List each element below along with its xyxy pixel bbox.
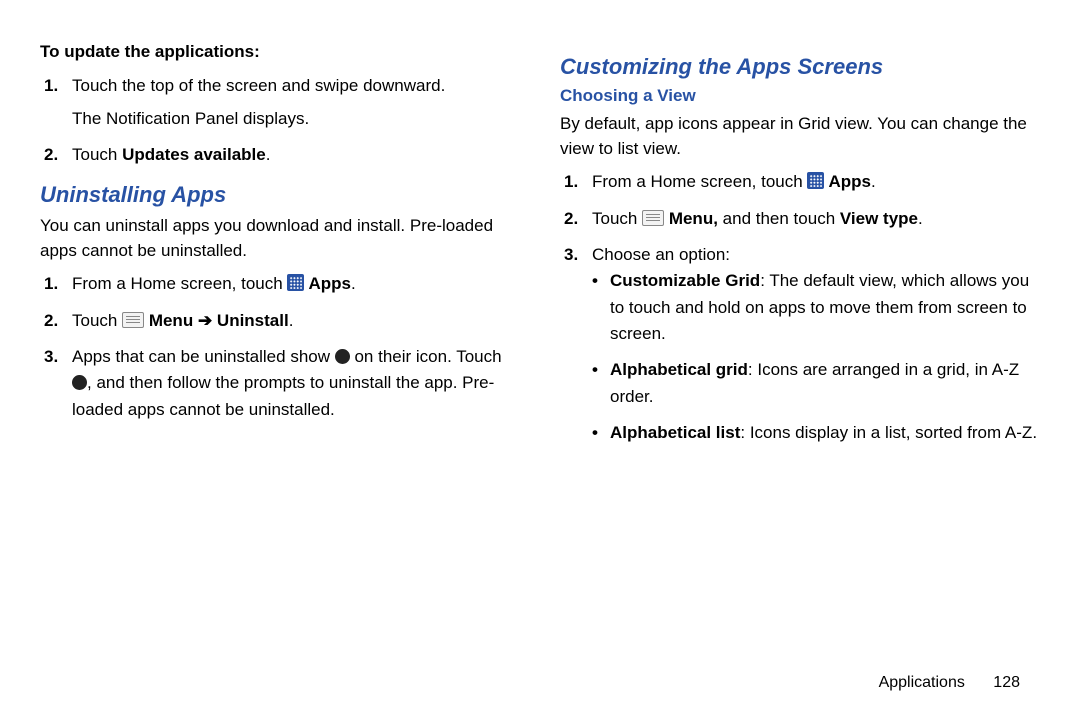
footer-page-number: 128	[993, 674, 1020, 691]
update-heading: To update the applications:	[40, 40, 520, 65]
view-options: Customizable Grid: The default view, whi…	[592, 268, 1040, 446]
uninstalling-heading: Uninstalling Apps	[40, 182, 520, 208]
option-customizable-grid: Customizable Grid: The default view, whi…	[592, 268, 1040, 347]
page-body: To update the applications: 1. Touch the…	[0, 0, 1080, 456]
page-footer: Applications 128	[879, 674, 1020, 692]
update-steps: 1. Touch the top of the screen and swipe…	[40, 73, 520, 168]
right-column: Customizing the Apps Screens Choosing a …	[560, 40, 1040, 456]
uninstall-badge-icon	[72, 375, 87, 390]
update-step-1a: Touch the top of the screen and swipe do…	[72, 76, 445, 95]
view-step-2: 2. Touch Menu, and then touch View type.	[560, 206, 1040, 232]
update-step-1b: The Notification Panel displays.	[72, 107, 520, 132]
customizing-heading: Customizing the Apps Screens	[560, 54, 1040, 80]
menu-icon	[122, 312, 144, 328]
footer-section: Applications	[879, 674, 965, 691]
option-alpha-grid: Alphabetical grid: Icons are arranged in…	[592, 357, 1040, 410]
uninstall-intro: You can uninstall apps you download and …	[40, 214, 520, 263]
option-alpha-list: Alphabetical list: Icons display in a li…	[592, 420, 1040, 446]
uninstall-step-1: 1. From a Home screen, touch Apps.	[40, 271, 520, 297]
apps-icon	[287, 274, 304, 291]
view-steps: 1. From a Home screen, touch Apps. 2. To…	[560, 169, 1040, 446]
uninstall-step-2: 2. Touch Menu ➔ Uninstall.	[40, 308, 520, 334]
arrow-icon: ➔	[198, 311, 212, 330]
choosing-view-heading: Choosing a View	[560, 86, 1040, 106]
view-step-3: 3. Choose an option: Customizable Grid: …	[560, 242, 1040, 446]
uninstall-step-3: 3. Apps that can be uninstalled show on …	[40, 344, 520, 423]
left-column: To update the applications: 1. Touch the…	[40, 40, 520, 456]
apps-icon	[807, 172, 824, 189]
uninstall-badge-icon	[335, 349, 350, 364]
menu-icon	[642, 210, 664, 226]
update-step-2: 2. Touch Updates available.	[40, 142, 520, 168]
view-step-1: 1. From a Home screen, touch Apps.	[560, 169, 1040, 195]
uninstall-steps: 1. From a Home screen, touch Apps. 2. To…	[40, 271, 520, 423]
choosing-view-intro: By default, app icons appear in Grid vie…	[560, 112, 1040, 161]
update-step-1: 1. Touch the top of the screen and swipe…	[40, 73, 520, 132]
